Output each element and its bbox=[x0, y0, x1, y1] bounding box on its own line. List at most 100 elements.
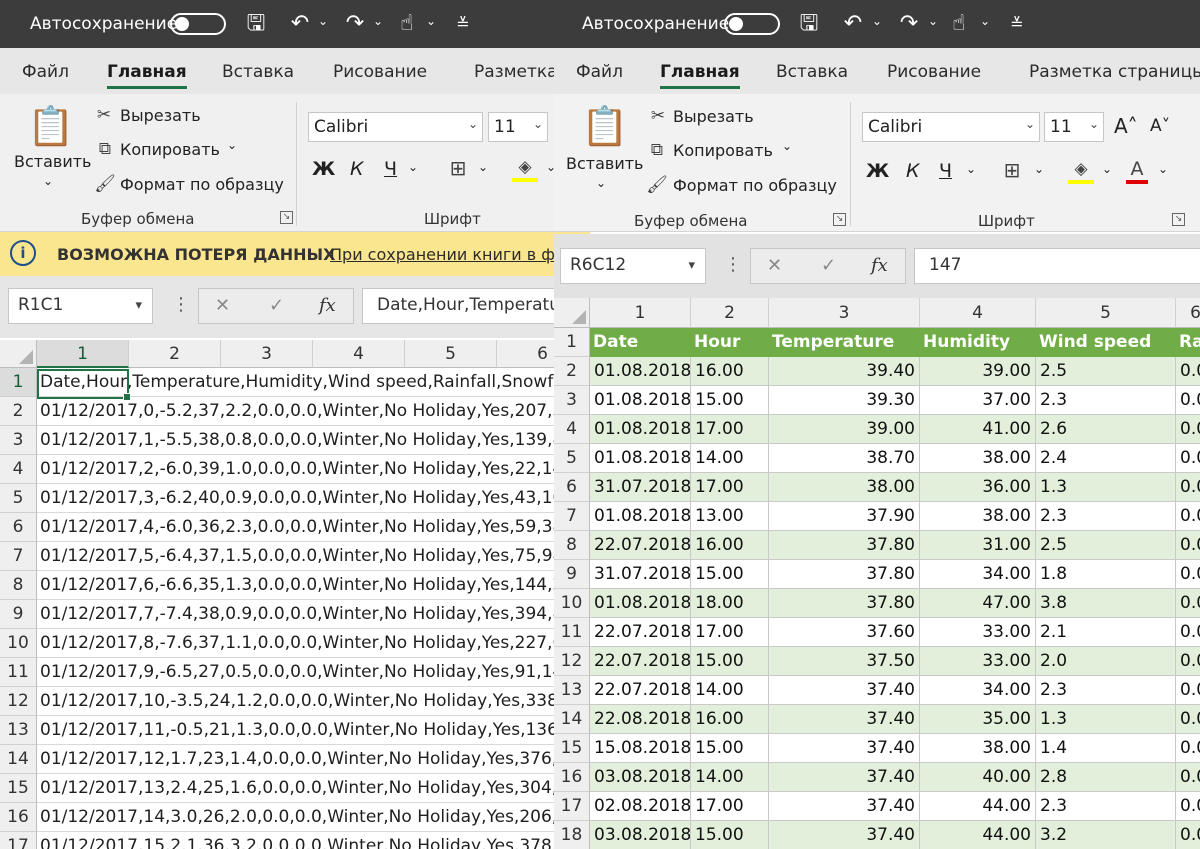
bold-button[interactable]: Ж bbox=[866, 160, 889, 182]
select-all-corner[interactable] bbox=[554, 298, 590, 328]
table-cell[interactable]: 33.00 bbox=[920, 618, 1036, 647]
tab-draw[interactable]: Рисование bbox=[333, 62, 427, 82]
table-cell[interactable]: 17.00 bbox=[691, 415, 769, 444]
table-cell[interactable]: 01.08.2018 bbox=[590, 415, 691, 444]
table-cell[interactable]: 0.0 bbox=[1176, 792, 1200, 821]
table-cell[interactable]: 44.00 bbox=[920, 792, 1036, 821]
cut-icon[interactable]: ✂ bbox=[648, 106, 668, 126]
table-cell[interactable]: 0.0 bbox=[1176, 734, 1200, 763]
row-header[interactable]: 16 bbox=[0, 803, 37, 832]
table-cell[interactable]: 40.00 bbox=[920, 763, 1036, 792]
table-cell[interactable]: 22.07.2018 bbox=[590, 531, 691, 560]
table-header-cell[interactable]: Temperature bbox=[769, 328, 920, 357]
column-header[interactable]: 4 bbox=[920, 298, 1036, 328]
save-icon[interactable]: 🖫 bbox=[241, 10, 271, 38]
touch-mode-icon[interactable]: ☝ bbox=[392, 10, 422, 38]
table-cell[interactable]: 0.0 bbox=[1176, 531, 1200, 560]
table-cell[interactable]: 0.0 bbox=[1176, 821, 1200, 849]
csv-row-cell[interactable]: 01/12/2017,6,-6.6,35,1.3,0.0,0.0,Winter,… bbox=[37, 571, 590, 600]
table-cell[interactable]: 17.00 bbox=[691, 792, 769, 821]
table-cell[interactable]: 39.30 bbox=[769, 386, 920, 415]
row-header[interactable]: 1 bbox=[554, 328, 590, 357]
csv-row-cell[interactable]: 01/12/2017,9,-6.5,27,0.5,0.0,0.0,Winter,… bbox=[37, 658, 590, 687]
table-cell[interactable]: 39.00 bbox=[920, 357, 1036, 386]
table-cell[interactable]: 2.5 bbox=[1036, 531, 1176, 560]
cancel-icon[interactable]: ✕ bbox=[767, 255, 782, 276]
table-cell[interactable]: 37.50 bbox=[769, 647, 920, 676]
cut-icon[interactable]: ✂ bbox=[94, 105, 114, 125]
table-cell[interactable]: 2.3 bbox=[1036, 792, 1176, 821]
autosave-toggle[interactable] bbox=[170, 13, 226, 35]
table-cell[interactable]: 0.0 bbox=[1176, 589, 1200, 618]
paste-icon[interactable]: 📋 bbox=[581, 102, 628, 150]
table-cell[interactable]: 37.80 bbox=[769, 531, 920, 560]
table-cell[interactable]: 39.00 bbox=[769, 415, 920, 444]
table-cell[interactable]: 47.00 bbox=[920, 589, 1036, 618]
csv-row-cell[interactable]: 01/12/2017,12,1.7,23,1.4,0.0,0.0,Winter,… bbox=[37, 745, 590, 774]
copy-icon[interactable]: ⧉ bbox=[646, 139, 668, 161]
enter-icon[interactable]: ✓ bbox=[269, 295, 284, 316]
table-cell[interactable]: 37.60 bbox=[769, 618, 920, 647]
column-header[interactable]: 1 bbox=[37, 340, 129, 368]
csv-row-cell[interactable]: 01/12/2017,2,-6.0,39,1.0,0.0,0.0,Winter,… bbox=[37, 455, 590, 484]
table-cell[interactable]: 0.0 bbox=[1176, 444, 1200, 473]
table-cell[interactable]: 34.00 bbox=[920, 676, 1036, 705]
row-header[interactable]: 6 bbox=[554, 473, 590, 502]
copy-icon[interactable]: ⧉ bbox=[94, 138, 116, 160]
column-header[interactable]: 2 bbox=[129, 340, 221, 368]
table-cell[interactable]: 02.08.2018 bbox=[590, 792, 691, 821]
paste-dropdown-icon[interactable]: ⌄ bbox=[43, 174, 53, 188]
row-header[interactable]: 1 bbox=[0, 368, 37, 397]
table-cell[interactable]: 0.0 bbox=[1176, 415, 1200, 444]
table-cell[interactable]: 37.90 bbox=[769, 502, 920, 531]
font-launcher-icon[interactable]: ↘ bbox=[1172, 213, 1185, 226]
row-header[interactable]: 13 bbox=[554, 676, 590, 705]
font-size-box[interactable]: 11 ⌄ bbox=[1044, 112, 1104, 142]
table-cell[interactable]: 39.40 bbox=[769, 357, 920, 386]
underline-button[interactable]: Ч bbox=[939, 160, 952, 182]
font-name-box[interactable]: Calibri ⌄ bbox=[308, 112, 483, 142]
clipboard-launcher-icon[interactable]: ↘ bbox=[833, 213, 846, 226]
table-cell[interactable]: 15.00 bbox=[691, 734, 769, 763]
underline-dropdown-icon[interactable]: ⌄ bbox=[408, 160, 418, 174]
table-cell[interactable]: 2.0 bbox=[1036, 647, 1176, 676]
bold-button[interactable]: Ж bbox=[312, 158, 335, 180]
table-cell[interactable]: 2.4 bbox=[1036, 444, 1176, 473]
touch-dropdown-icon[interactable]: ⌄ bbox=[426, 14, 436, 28]
csv-row-cell[interactable]: 01/12/2017,3,-6.2,40,0.9,0.0,0.0,Winter,… bbox=[37, 484, 590, 513]
csv-row-cell[interactable]: 01/12/2017,15,2.1,36,3.2,0.0,0.0,Winter,… bbox=[37, 832, 590, 849]
table-cell[interactable]: 44.00 bbox=[920, 821, 1036, 849]
column-header[interactable]: 5 bbox=[1036, 298, 1176, 328]
table-cell[interactable]: 38.70 bbox=[769, 444, 920, 473]
tab-file[interactable]: Файл bbox=[576, 62, 623, 82]
redo-dropdown-icon[interactable]: ⌄ bbox=[928, 14, 938, 28]
table-cell[interactable]: 1.3 bbox=[1036, 705, 1176, 734]
row-header[interactable]: 15 bbox=[0, 774, 37, 803]
table-cell[interactable]: 38.00 bbox=[769, 473, 920, 502]
column-header[interactable]: 4 bbox=[313, 340, 405, 368]
row-header[interactable]: 3 bbox=[0, 426, 37, 455]
font-color-icon[interactable]: A bbox=[1126, 158, 1148, 184]
insert-function-icon[interactable]: fx bbox=[871, 255, 888, 276]
row-header[interactable]: 2 bbox=[554, 357, 590, 386]
table-cell[interactable]: 37.40 bbox=[769, 763, 920, 792]
fill-color-dropdown-icon[interactable]: ⌄ bbox=[1102, 162, 1112, 176]
cut-button[interactable]: Вырезать bbox=[673, 107, 754, 126]
table-cell[interactable]: 2.5 bbox=[1036, 357, 1176, 386]
row-header[interactable]: 4 bbox=[0, 455, 37, 484]
italic-button[interactable]: К bbox=[906, 160, 920, 182]
more-options-icon[interactable]: ⋮ bbox=[172, 294, 190, 315]
table-cell[interactable]: 01.08.2018 bbox=[590, 589, 691, 618]
table-cell[interactable]: 22.07.2018 bbox=[590, 676, 691, 705]
table-cell[interactable]: 14.00 bbox=[691, 763, 769, 792]
copy-button[interactable]: Копировать bbox=[673, 141, 773, 160]
csv-row-cell[interactable]: 01/12/2017,7,-7.4,38,0.9,0.0,0.0,Winter,… bbox=[37, 600, 590, 629]
table-cell[interactable]: 37.80 bbox=[769, 560, 920, 589]
format-painter-icon[interactable]: 🖌 bbox=[646, 174, 668, 196]
table-cell[interactable]: 38.00 bbox=[920, 734, 1036, 763]
row-header[interactable]: 5 bbox=[554, 444, 590, 473]
table-header-cell[interactable]: Hour bbox=[691, 328, 769, 357]
name-box[interactable]: R6C12 ▾ bbox=[560, 248, 706, 284]
table-cell[interactable]: 01.08.2018 bbox=[590, 357, 691, 386]
csv-row-cell[interactable]: 01/12/2017,5,-6.4,37,1.5,0.0,0.0,Winter,… bbox=[37, 542, 590, 571]
